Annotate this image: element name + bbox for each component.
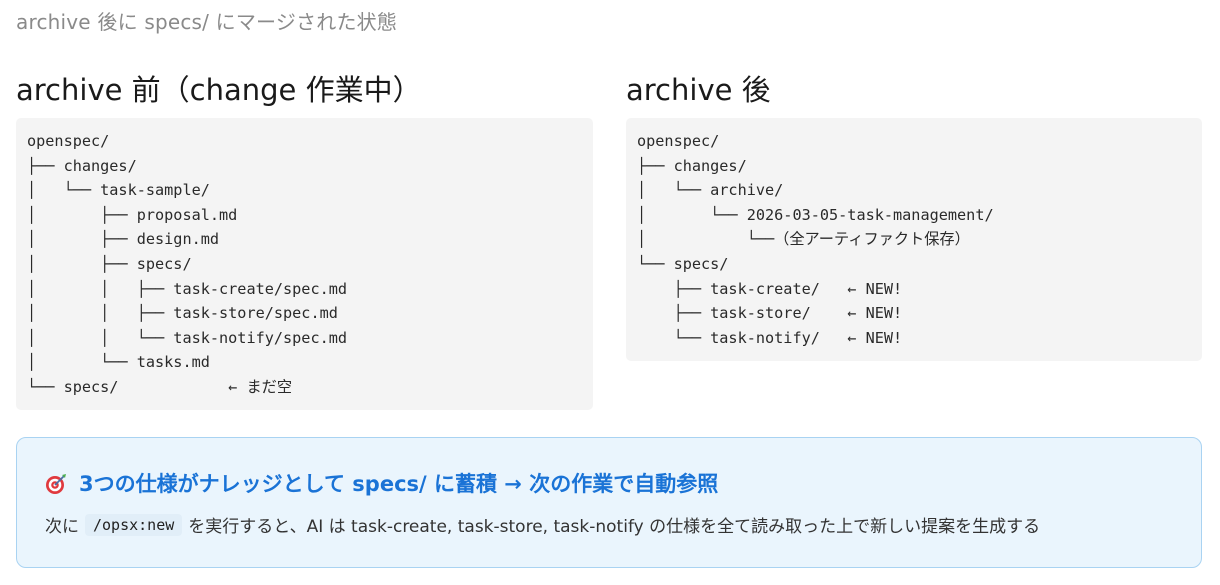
tree-line: ├── task-store/ ← NEW! — [637, 304, 903, 323]
before-archive-title: archive 前（change 作業中） — [16, 73, 422, 107]
after-archive-tree: openspec/ ├── changes/ │ └── archive/ │ … — [626, 118, 1202, 361]
tree-line: │ └── 2026-03-05-task-management/ — [637, 205, 994, 224]
tree-line: └── task-notify/ ← NEW! — [637, 328, 903, 347]
tree-line: ├── changes/ — [637, 156, 747, 175]
tree-line: ├── changes/ — [27, 156, 137, 175]
callout-body-prefix: 次に — [45, 517, 79, 537]
tree-line: └── specs/ — [637, 254, 729, 273]
tree-line: │ │ └── task-notify/spec.md — [27, 328, 348, 347]
tree-line: │ ├── specs/ — [27, 254, 192, 273]
tree-line: openspec/ — [637, 132, 720, 150]
tree-line: │ │ ├── task-create/spec.md — [27, 279, 348, 298]
target-icon — [45, 473, 67, 495]
knowledge-callout: 3つの仕様がナレッジとして specs/ に蓄積 → 次の作業で自動参照 次に … — [16, 437, 1202, 568]
tree-line: ├── task-create/ ← NEW! — [637, 279, 903, 298]
callout-body: 次に /opsx:new を実行すると、AI は task-create, ta… — [45, 512, 1040, 537]
after-archive-title: archive 後 — [626, 73, 771, 107]
callout-heading-row: 3つの仕様がナレッジとして specs/ に蓄積 → 次の作業で自動参照 — [45, 468, 718, 498]
tree-line: └── specs/ ← まだ空 — [27, 377, 293, 396]
tree-line: │ └──（全アーティファクト保存） — [637, 230, 970, 249]
page-subtitle: archive 後に specs/ にマージされた状態 — [16, 10, 398, 34]
tree-line: │ └── archive/ — [637, 181, 784, 200]
tree-line: │ └── tasks.md — [27, 353, 210, 372]
callout-heading: 3つの仕様がナレッジとして specs/ に蓄積 → 次の作業で自動参照 — [79, 472, 719, 496]
tree-line: │ │ ├── task-store/spec.md — [27, 304, 338, 323]
tree-line: openspec/ — [27, 132, 110, 150]
tree-line: │ └── task-sample/ — [27, 181, 210, 200]
tree-line: │ ├── proposal.md — [27, 205, 238, 224]
callout-body-suffix: を実行すると、AI は task-create, task-store, tas… — [188, 517, 1041, 537]
command-code: /opsx:new — [85, 513, 183, 536]
before-archive-column: archive 前（change 作業中） openspec/ ├── chan… — [16, 68, 593, 410]
tree-line: │ ├── design.md — [27, 230, 220, 249]
before-archive-tree: openspec/ ├── changes/ │ └── task-sample… — [16, 118, 593, 410]
after-archive-column: archive 後 openspec/ ├── changes/ │ └── a… — [626, 68, 1202, 361]
